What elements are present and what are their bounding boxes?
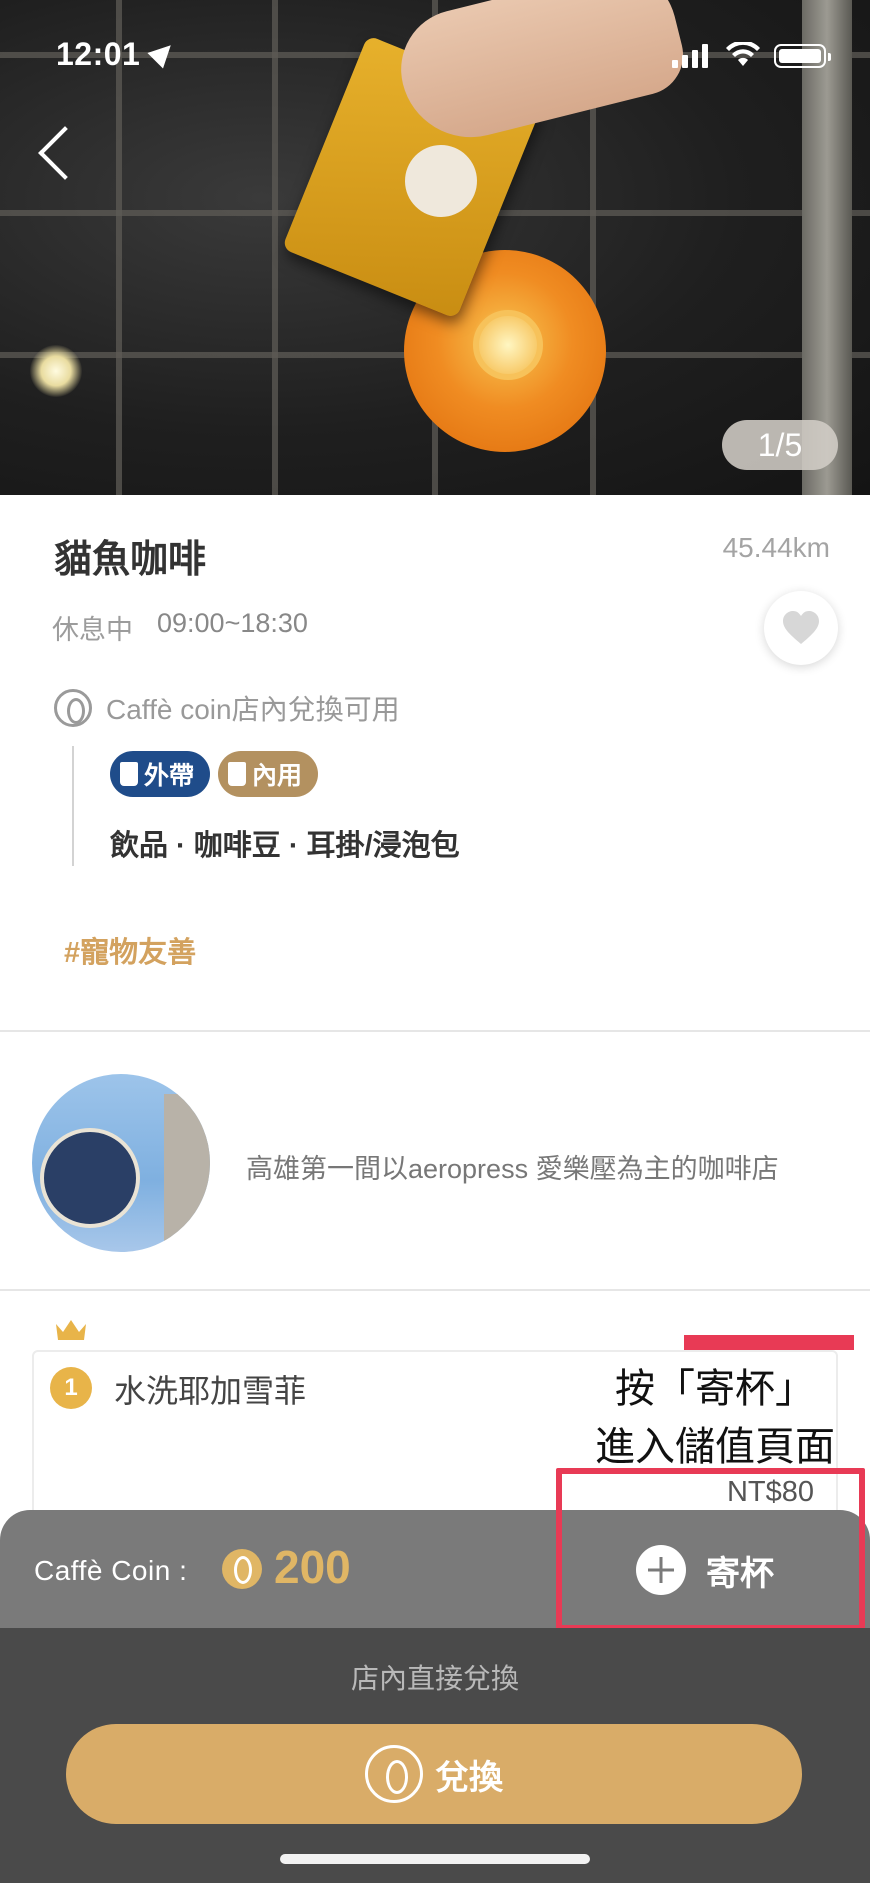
exchange-button[interactable]: 兌換 [66,1724,802,1824]
takeout-tag: 外帶 [110,751,210,797]
store-hours: 09:00~18:30 [157,608,308,638]
takeout-label: 外帶 [144,762,195,790]
store-detail-page: 12:01 1/5 貓魚咖啡 45.44km 休息中 09:00~18:30 C… [0,0,870,1883]
crown-icon [56,1320,86,1340]
favorite-button[interactable] [764,591,838,665]
avatar-store-sign [40,1128,140,1228]
product-categories: 飲品 · 咖啡豆 · 耳掛/浸泡包 [110,830,460,862]
info-vertical-line [72,746,74,866]
menu-item-name: 水洗耶加雪菲 [114,1373,307,1409]
section-divider [0,1030,870,1032]
store-name: 貓魚咖啡 [54,539,207,581]
annotation-text: 按「寄杯」 進入儲值頁面 [570,1360,860,1476]
wifi-icon [726,42,760,66]
location-arrow-icon [147,37,179,69]
hero-dripper-center [473,310,543,380]
bean-icon [365,1745,423,1803]
coin-balance: 200 [274,1541,351,1593]
coin-availability: Caffè coin店內兌換可用 [54,688,400,728]
mug-icon [228,762,246,786]
coin-availability-text: Caffè coin店內兌換可用 [106,694,400,725]
rank-badge: 1 [50,1367,92,1409]
bean-icon [222,1549,262,1589]
store-description: 高雄第一間以aeropress 愛樂壓為主的咖啡店 [246,1154,779,1184]
annotation-underline [684,1335,854,1350]
status-bar: 12:01 [0,0,870,110]
exchange-button-label: 兌換 [435,1758,503,1797]
store-distance: 45.44km [722,532,830,563]
exchange-hint: 店內直接兌換 [350,1663,519,1694]
store-avatar [32,1074,210,1252]
cellular-signal-icon [672,44,710,68]
dine-in-label: 內用 [252,762,303,790]
cup-icon [120,762,138,786]
dine-in-tag: 內用 [218,751,318,797]
hashtag[interactable]: #寵物友善 [64,929,196,971]
coin-bar-label: Caffè Coin : [34,1555,188,1586]
avatar-building [164,1094,210,1252]
store-status: 休息中 [52,615,133,645]
photo-pager: 1/5 [722,420,838,470]
section-divider [0,1289,870,1291]
coin-icon [54,689,92,727]
heart-icon [783,611,819,644]
hero-lamp [30,345,82,397]
home-indicator[interactable] [280,1854,590,1864]
annotation-line-1: 按「寄杯」 [615,1367,815,1411]
status-time: 12:01 [56,36,141,72]
battery-icon [774,44,831,68]
annotation-highlight-box [556,1468,865,1631]
back-button[interactable] [34,120,74,184]
